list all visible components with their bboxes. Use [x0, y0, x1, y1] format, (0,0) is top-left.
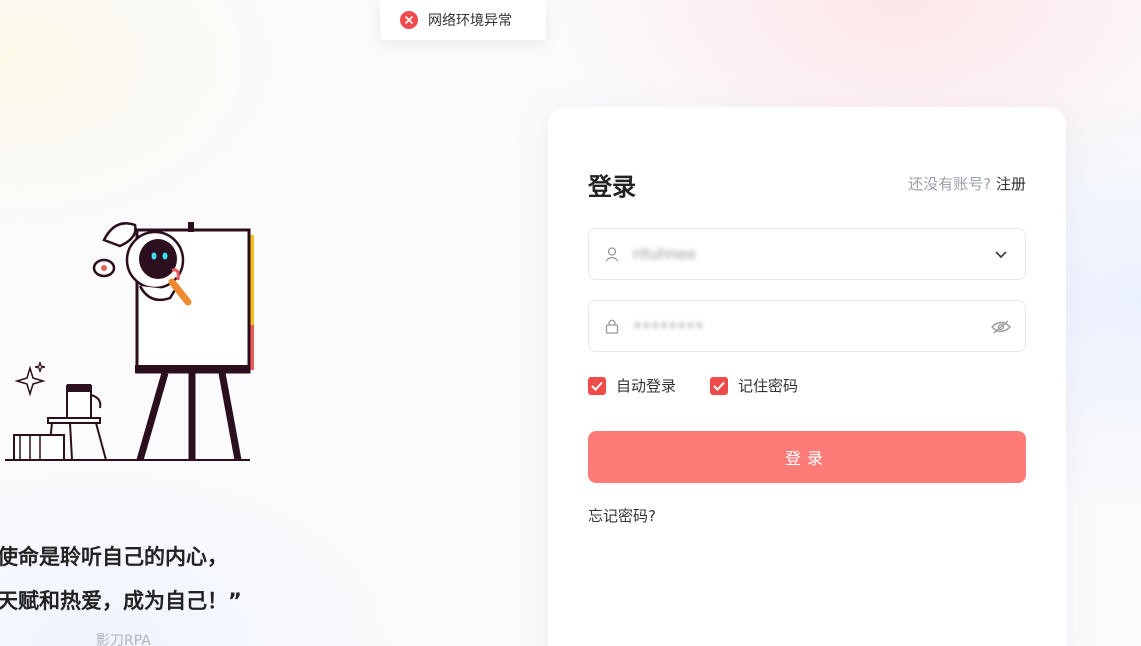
login-card: 登录 还没有账号? 注册 自动登录 记住密码 登录 忘记密码?	[548, 107, 1066, 646]
slogan-quote: 的使命是聆听自己的内心， 到天赋和热爱，成为自己！”	[0, 535, 242, 623]
error-toast: 网络环境异常	[380, 0, 546, 40]
close-circle-icon	[400, 11, 418, 29]
auto-login-checkbox[interactable]: 自动登录	[588, 375, 676, 396]
password-input[interactable]	[633, 317, 973, 335]
eye-closed-icon[interactable]	[991, 317, 1011, 337]
username-field[interactable]	[588, 228, 1026, 280]
auto-login-label: 自动登录	[616, 377, 677, 395]
robot-painting-illustration	[0, 210, 270, 470]
remember-password-label: 记住密码	[738, 377, 799, 395]
quote-author: 影刀RPA	[96, 633, 151, 646]
checkbox-checked-icon	[710, 376, 728, 395]
quote-line-2: 到天赋和热爱，成为自己！”	[0, 589, 242, 613]
remember-password-checkbox[interactable]: 记住密码	[710, 375, 798, 396]
username-input[interactable]	[633, 245, 973, 263]
login-title: 登录	[588, 173, 636, 201]
user-icon	[603, 245, 621, 263]
register-prompt: 还没有账号?	[908, 175, 992, 193]
login-button[interactable]: 登录	[588, 431, 1026, 483]
checkbox-checked-icon	[588, 376, 606, 395]
password-field[interactable]	[588, 300, 1026, 352]
register-link[interactable]: 注册	[996, 175, 1026, 193]
chevron-down-icon[interactable]	[991, 245, 1011, 265]
toast-message: 网络环境异常	[428, 13, 512, 29]
forgot-password-link[interactable]: 忘记密码?	[588, 505, 656, 526]
quote-line-1: 的使命是聆听自己的内心，	[0, 545, 228, 569]
register-row: 还没有账号? 注册	[908, 173, 1026, 194]
lock-icon	[603, 317, 621, 335]
